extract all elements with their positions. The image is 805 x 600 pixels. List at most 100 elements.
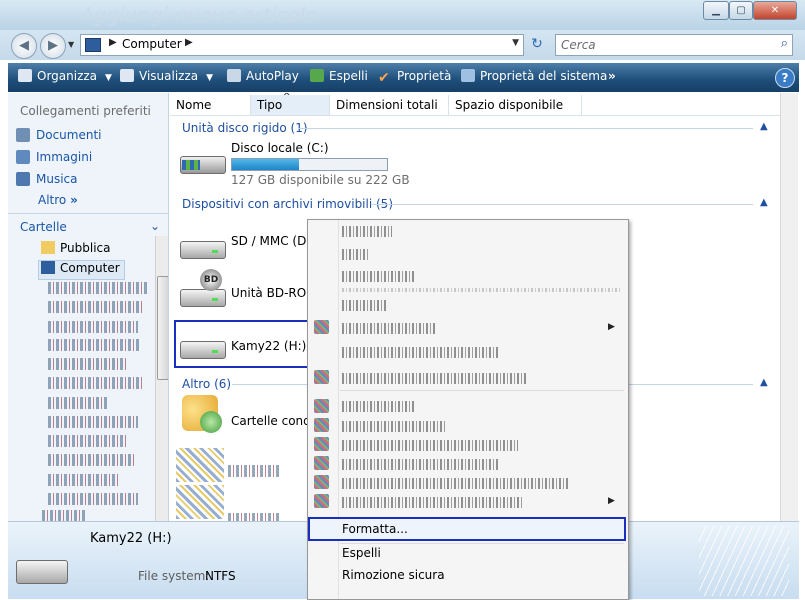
proprieta-button[interactable]: ✔ Proprietà xyxy=(378,69,452,86)
menu-item-obscured[interactable] xyxy=(342,347,500,358)
menu-item-obscured[interactable] xyxy=(342,323,436,334)
tree-item-obscured[interactable] xyxy=(48,339,140,351)
tree-item-obscured[interactable] xyxy=(48,321,138,333)
tree-item-label: Pubblica xyxy=(60,241,111,255)
drive-c-label[interactable]: Disco locale (C:) xyxy=(231,141,329,155)
group-header-hdd[interactable]: Unità disco rigido (1) xyxy=(182,121,308,135)
forward-button[interactable]: ▶ xyxy=(40,33,66,59)
details-name: Kamy22 (H:) xyxy=(90,531,172,546)
collapse-icon[interactable]: ▲ xyxy=(760,121,768,132)
tree-item-obscured[interactable] xyxy=(42,510,87,521)
sidebar-item-musica[interactable]: Musica xyxy=(16,172,78,190)
refresh-icon[interactable]: ↻ xyxy=(527,34,547,54)
obscured-item-icon[interactable] xyxy=(176,448,224,482)
file-system-label: File system: xyxy=(138,569,210,583)
menu-item-obscured[interactable] xyxy=(342,421,446,432)
tree-item-obscured[interactable] xyxy=(48,282,148,294)
menu-item-formatta[interactable]: Formatta... xyxy=(342,522,408,536)
history-dropdown-icon[interactable]: ▼ xyxy=(68,40,74,49)
menu-item-obscured[interactable] xyxy=(342,249,368,260)
drive-h-label[interactable]: Kamy22 (H:) xyxy=(231,339,306,353)
autoplay-label: AutoPlay xyxy=(246,69,299,83)
drive-d-label[interactable]: SD / MMC (D:) xyxy=(231,234,315,248)
close-button[interactable]: ✕ xyxy=(753,1,797,20)
tree-item-obscured[interactable] xyxy=(48,301,143,313)
autoplay-button[interactable]: AutoPlay xyxy=(227,69,299,83)
breadcrumb-computer[interactable]: Computer xyxy=(122,37,182,51)
back-button[interactable]: ◀ xyxy=(11,33,37,59)
chevron-down-icon[interactable]: ⌄ xyxy=(150,219,160,233)
scrollbar-thumb[interactable] xyxy=(157,276,168,380)
tree-item-obscured[interactable] xyxy=(48,377,144,389)
group-header-removable[interactable]: Dispositivi con archivi rimovibili (5) xyxy=(182,197,393,211)
collapse-icon[interactable]: ▲ xyxy=(760,377,768,388)
tree-item-obscured[interactable] xyxy=(48,435,128,447)
breadcrumb-arrow-icon[interactable]: ▶ xyxy=(109,37,117,48)
drive-bd-label[interactable]: Unità BD-ROM xyxy=(231,286,317,300)
sidebar-item-immagini[interactable]: Immagini xyxy=(16,150,92,168)
group-divider xyxy=(298,128,753,129)
menu-item-obscured[interactable] xyxy=(342,440,518,451)
system-properties-icon xyxy=(461,69,475,82)
menu-item-obscured[interactable] xyxy=(342,271,416,282)
collapse-icon[interactable]: ▲ xyxy=(760,197,768,208)
submenu-arrow-icon: ▶ xyxy=(608,322,615,332)
tree-item-obscured[interactable] xyxy=(48,474,118,486)
more-commands-button[interactable]: » xyxy=(608,69,616,83)
maximize-button[interactable]: ▢ xyxy=(729,1,753,20)
obscured-item-icon[interactable] xyxy=(176,485,224,519)
sidebar-scrollbar[interactable] xyxy=(155,236,168,521)
altro-chevron-icon: » xyxy=(70,193,78,207)
menu-item-obscured[interactable] xyxy=(342,300,388,311)
tree-item-obscured[interactable] xyxy=(48,493,138,505)
espelli-button[interactable]: Espelli xyxy=(310,69,368,83)
menu-item-espelli[interactable]: Espelli xyxy=(342,546,381,560)
menu-item-obscured[interactable] xyxy=(342,401,414,412)
proprieta-sistema-label: Proprietà del sistema xyxy=(480,69,608,83)
tree-item-pubblica[interactable]: Pubblica xyxy=(41,241,110,259)
menu-item-icon xyxy=(314,370,329,384)
sidebar-item-label: Documenti xyxy=(36,128,102,142)
proprieta-label: Proprietà xyxy=(397,69,452,83)
address-row: ◀ ▶ ▼ ▶ Computer ▶ ▼ ↻ Cerca ⌕ xyxy=(0,30,805,60)
column-header-nome[interactable]: Nome xyxy=(170,95,251,115)
column-header-tipo[interactable]: Tipo ^ xyxy=(251,93,330,115)
menu-item-obscured[interactable] xyxy=(342,497,524,508)
file-list-scrollbar[interactable] xyxy=(780,93,798,521)
removable-drive-icon xyxy=(178,333,230,363)
menu-item-obscured[interactable] xyxy=(342,459,498,470)
tree-item-obscured[interactable] xyxy=(48,416,138,428)
sidebar-item-altro[interactable]: Altro » xyxy=(38,193,78,207)
menu-item-obscured[interactable] xyxy=(342,288,622,292)
help-icon[interactable]: ? xyxy=(775,68,795,88)
tree-item-obscured[interactable] xyxy=(48,454,134,466)
tree-item-computer[interactable]: Computer xyxy=(38,260,125,280)
drive-c-usage-bar xyxy=(231,158,388,171)
tree-item-obscured[interactable] xyxy=(48,358,128,370)
tree-item-obscured[interactable] xyxy=(48,397,108,409)
menu-item-rimozione-sicura[interactable]: Rimozione sicura xyxy=(342,568,445,582)
address-bar[interactable]: ▶ Computer ▶ ▼ xyxy=(80,34,524,56)
sidebar-item-label: Musica xyxy=(36,172,78,186)
sidebar-item-documenti[interactable]: Documenti xyxy=(16,128,102,146)
obscured-item-label[interactable] xyxy=(228,465,280,477)
search-input[interactable]: Cerca ⌕ xyxy=(555,34,793,56)
folders-header[interactable]: Cartelle xyxy=(20,220,67,234)
obscured-item-label[interactable] xyxy=(228,513,280,521)
search-icon[interactable]: ⌕ xyxy=(781,36,788,51)
menu-item-icon xyxy=(314,475,329,489)
organizza-button[interactable]: Organizza ▼ xyxy=(18,69,112,83)
minimize-button[interactable]: ▁ xyxy=(703,1,729,20)
menu-item-obscured[interactable] xyxy=(342,373,527,384)
menu-item-obscured[interactable] xyxy=(342,478,570,489)
context-menu: ▶ ▶ Formatta... Espelli Rimozione sicura xyxy=(307,219,629,600)
altro-label: Altro xyxy=(38,193,67,207)
visualizza-button[interactable]: Visualizza ▼ xyxy=(120,69,213,83)
column-header-spazio[interactable]: Spazio disponibile xyxy=(449,95,582,115)
column-header-dimensioni[interactable]: Dimensioni totali xyxy=(330,95,449,115)
breadcrumb-arrow-icon[interactable]: ▶ xyxy=(185,37,193,48)
menu-item-obscured[interactable] xyxy=(342,226,392,237)
address-dropdown-icon[interactable]: ▼ xyxy=(512,38,519,48)
proprieta-sistema-button[interactable]: Proprietà del sistema xyxy=(461,69,607,83)
group-header-other[interactable]: Altro (6) xyxy=(182,377,231,391)
